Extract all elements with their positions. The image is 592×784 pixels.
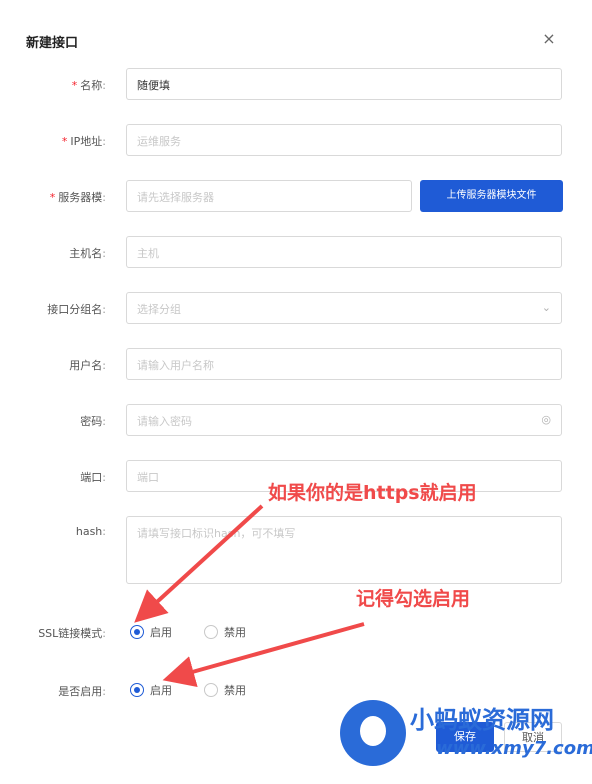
enabled-radio-group: 启用 禁用 <box>130 682 246 698</box>
ssl-radio-enable[interactable]: 启用 <box>130 624 172 640</box>
hostname-input[interactable]: 主机 <box>126 236 562 268</box>
ssl-radio-disable[interactable]: 禁用 <box>204 624 246 640</box>
password-input[interactable]: 请输入密码 ◎ <box>126 404 562 436</box>
enabled-radio-enable[interactable]: 启用 <box>130 682 172 698</box>
field-row-ip: * IP地址: 运维服务 <box>0 124 592 158</box>
new-interface-dialog: 新建接口 × * 名称: 随便填 * IP地址: 运维服务 * 服务器模: 请先选择服… <box>0 0 592 784</box>
enabled-radio-disable[interactable]: 禁用 <box>204 682 246 698</box>
name-input[interactable]: 随便填 <box>126 68 562 100</box>
annotation-enable: 记得勾选启用 <box>356 588 471 610</box>
radio-dot-icon <box>204 625 218 639</box>
field-label-port: 端口: <box>80 471 106 484</box>
group-select[interactable]: 选择分组 ⌄ <box>126 292 562 324</box>
field-label-ip: * IP地址: <box>61 135 106 148</box>
ip-input[interactable]: 运维服务 <box>126 124 562 156</box>
field-row-group: 接口分组名: 选择分组 ⌄ <box>0 292 592 326</box>
field-row-server-module: * 服务器模: 请先选择服务器 上传服务器模块文件 <box>0 180 592 214</box>
server-module-select[interactable]: 请先选择服务器 <box>126 180 412 212</box>
watermark-text: 小蚂蚁资源网 <box>410 706 554 734</box>
dialog-title: 新建接口 <box>26 36 79 51</box>
username-input[interactable]: 请输入用户名称 <box>126 348 562 380</box>
field-row-username: 用户名: 请输入用户名称 <box>0 348 592 382</box>
radio-dot-icon <box>130 625 144 639</box>
field-label-password: 密码: <box>80 415 106 428</box>
eye-icon[interactable]: ◎ <box>541 413 551 426</box>
annotation-arrows <box>134 504 365 688</box>
field-row-name: * 名称: 随便填 <box>0 68 592 102</box>
close-icon[interactable]: × <box>540 30 558 48</box>
radio-dot-icon <box>204 683 218 697</box>
radio-dot-icon <box>130 683 144 697</box>
field-row-password: 密码: 请输入密码 ◎ <box>0 404 592 438</box>
field-label-enabled: 是否启用: <box>58 685 106 698</box>
field-label-username: 用户名: <box>69 359 106 372</box>
field-label-name: * 名称: <box>71 79 106 92</box>
field-label-server-module: * 服务器模: <box>49 191 106 204</box>
field-row-ssl: SSL链接模式: 启用 禁用 <box>0 616 592 650</box>
watermark-logo-icon <box>340 700 406 766</box>
ssl-radio-group: 启用 禁用 <box>130 624 246 640</box>
field-label-hash: hash: <box>75 525 106 538</box>
field-label-hostname: 主机名: <box>69 247 106 260</box>
watermark: 小蚂蚁资源网 www.xmy7.com <box>338 694 592 778</box>
chevron-down-icon: ⌄ <box>541 301 551 314</box>
field-label-group: 接口分组名: <box>47 303 106 316</box>
field-label-ssl: SSL链接模式: <box>38 627 106 640</box>
field-row-hash: hash: 请填写接口标识hash，可不填写 <box>0 516 592 586</box>
hash-textarea[interactable]: 请填写接口标识hash，可不填写 <box>126 516 562 584</box>
upload-module-button[interactable]: 上传服务器模块文件 <box>420 180 563 212</box>
field-row-hostname: 主机名: 主机 <box>0 236 592 270</box>
watermark-url: www.xmy7.com <box>436 738 592 759</box>
annotation-https: 如果你的是https就启用 <box>268 482 477 504</box>
